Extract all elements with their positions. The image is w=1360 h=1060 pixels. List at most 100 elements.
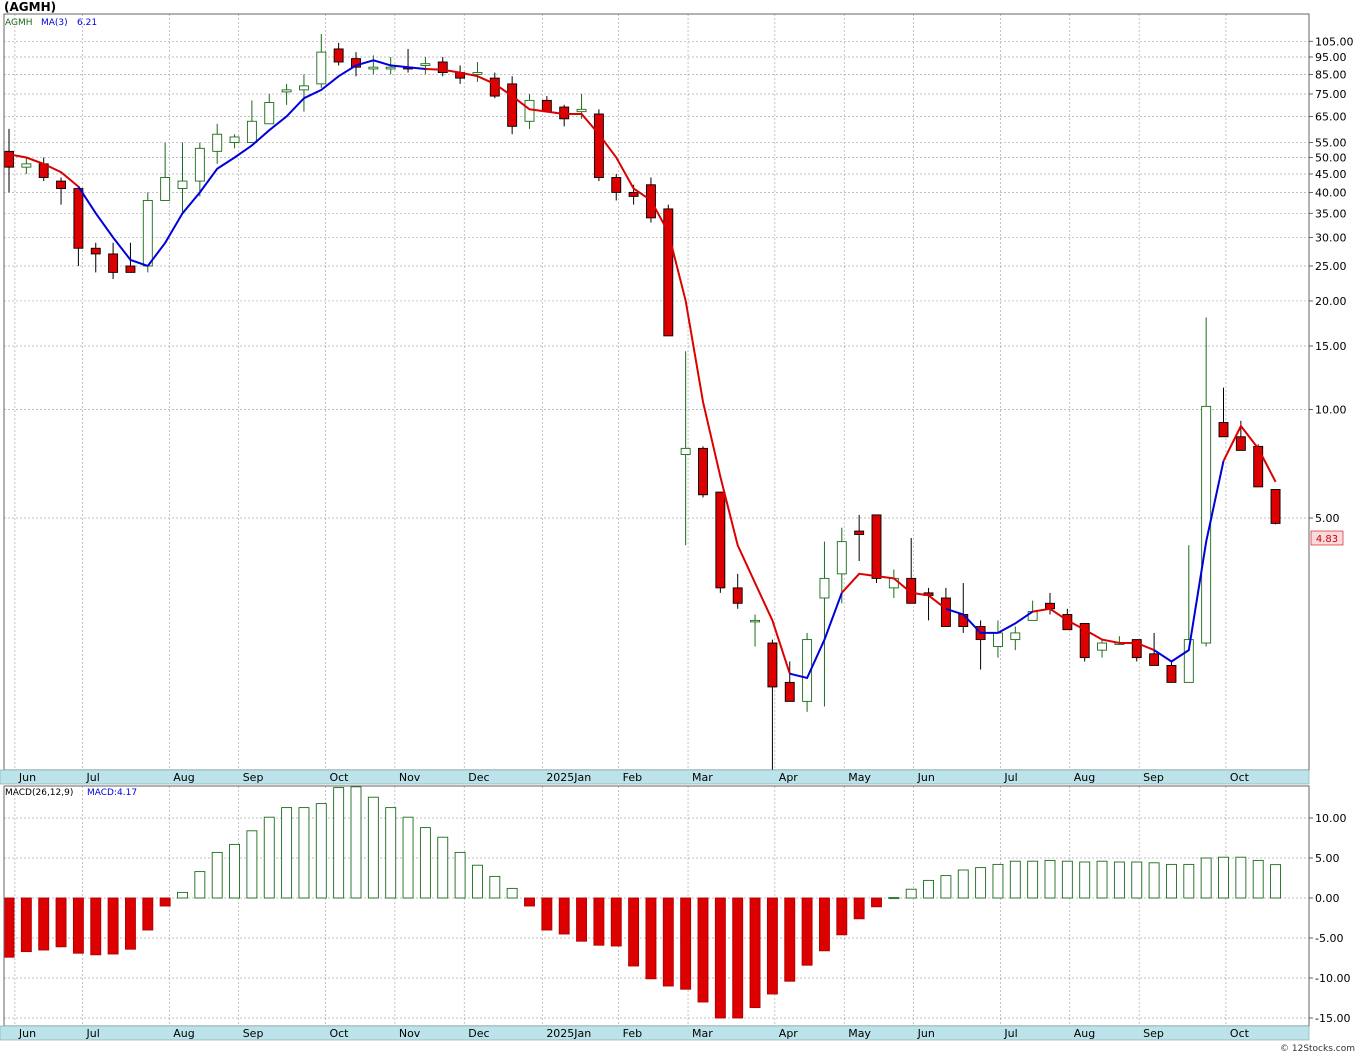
price-tick-label: 20.00 bbox=[1315, 295, 1347, 308]
macd-bar-negative bbox=[714, 897, 726, 1019]
macd-bar-negative bbox=[680, 897, 692, 990]
candle-down bbox=[698, 447, 708, 496]
macd-bar-negative bbox=[697, 897, 709, 1003]
candle-down bbox=[125, 265, 136, 273]
candle-down bbox=[4, 150, 14, 168]
macd-bar-positive bbox=[281, 807, 293, 899]
legend-ma-value: 6.21 bbox=[77, 18, 97, 28]
candle-down bbox=[611, 177, 622, 193]
macd-bar-negative bbox=[55, 897, 67, 948]
candle-down bbox=[767, 642, 778, 688]
chart-title: (AGMH) bbox=[4, 0, 56, 14]
macd-bar-positive bbox=[1148, 862, 1160, 899]
macd-bar-positive bbox=[992, 863, 1004, 899]
macd-bar-positive bbox=[177, 891, 188, 899]
macd-bar-positive bbox=[975, 867, 987, 899]
price-xaxis-label: Jun bbox=[917, 771, 935, 784]
footer-credit: © 12Stocks.com bbox=[1280, 1044, 1355, 1054]
macd-xaxis-label: May bbox=[848, 1027, 871, 1040]
candle-up bbox=[993, 632, 1003, 647]
macd-xaxis-band bbox=[0, 1025, 1310, 1041]
macd-bar-positive bbox=[437, 836, 449, 899]
macd-bar-positive bbox=[1131, 861, 1143, 899]
macd-bar-positive bbox=[263, 816, 275, 899]
candle-down bbox=[108, 253, 119, 273]
price-xaxis-label: Sep bbox=[1143, 771, 1164, 784]
candle-down bbox=[1149, 653, 1160, 666]
macd-bar-positive bbox=[419, 827, 431, 899]
macd-bar-negative bbox=[749, 897, 761, 1009]
candle-up bbox=[316, 51, 327, 85]
candle-up bbox=[1097, 642, 1108, 651]
macd-bar-negative bbox=[819, 897, 830, 952]
price-xaxis-label: Jul bbox=[1003, 771, 1017, 784]
macd-bar-positive bbox=[1183, 863, 1195, 899]
macd-tick-label: 5.00 bbox=[1315, 852, 1340, 865]
price-xaxis-label: Nov bbox=[399, 771, 421, 784]
macd-tick-label: 10.00 bbox=[1315, 812, 1347, 825]
candle-down bbox=[732, 587, 743, 604]
macd-bar-negative bbox=[593, 897, 605, 946]
price-tick-label: 55.00 bbox=[1315, 137, 1347, 150]
candle-down bbox=[1270, 489, 1281, 524]
price-tick-label: 50.00 bbox=[1315, 151, 1347, 164]
macd-tick-label: -15.00 bbox=[1315, 1012, 1350, 1025]
macd-xaxis-label: Nov bbox=[399, 1027, 421, 1040]
macd-bar-negative bbox=[159, 897, 171, 907]
macd-xaxis-label: Jun bbox=[917, 1027, 935, 1040]
macd-bar-positive bbox=[1235, 856, 1247, 899]
macd-bar-positive bbox=[194, 871, 206, 899]
candle-down bbox=[871, 514, 882, 579]
macd-bar-positive bbox=[506, 887, 518, 899]
macd-bar-positive bbox=[367, 796, 379, 899]
macd-bar-negative bbox=[645, 897, 657, 980]
macd-bar-positive bbox=[402, 816, 414, 899]
macd-bar-negative bbox=[576, 897, 587, 942]
macd-tick-label: 0.00 bbox=[1315, 892, 1340, 905]
candle-up bbox=[836, 541, 847, 575]
macd-bar-positive bbox=[1009, 860, 1021, 899]
legend-ticker: AGMH bbox=[5, 18, 33, 28]
macd-tick-label: -5.00 bbox=[1315, 932, 1343, 945]
candle-down bbox=[90, 247, 101, 255]
candle-down bbox=[854, 530, 865, 535]
macd-bar-negative bbox=[766, 897, 778, 995]
macd-bar-positive bbox=[1027, 860, 1039, 899]
candle-down bbox=[73, 188, 84, 249]
macd-xaxis-label: Jul bbox=[86, 1027, 100, 1040]
candle-down bbox=[715, 491, 726, 589]
macd-bar-negative bbox=[732, 897, 744, 1019]
price-tick-label: 30.00 bbox=[1315, 231, 1347, 244]
macd-xaxis-label: Apr bbox=[779, 1027, 799, 1040]
macd-bar-positive bbox=[333, 787, 345, 899]
price-tick-label: 40.00 bbox=[1315, 186, 1347, 199]
macd-bar-negative bbox=[20, 897, 32, 953]
candle-up bbox=[281, 89, 292, 93]
macd-xaxis-label: Dec bbox=[468, 1027, 489, 1040]
macd-bar-positive bbox=[298, 807, 310, 899]
price-tick-label: 75.00 bbox=[1315, 88, 1347, 101]
macd-xaxis-label: Sep bbox=[243, 1027, 264, 1040]
macd-xaxis-label: 2025Jan bbox=[546, 1027, 591, 1040]
macd-xaxis-label: Oct bbox=[329, 1027, 349, 1040]
price-xaxis-label: Oct bbox=[329, 771, 349, 784]
macd-bar-positive bbox=[350, 786, 362, 899]
price-xaxis-label: Sep bbox=[243, 771, 264, 784]
macd-bar-negative bbox=[836, 897, 848, 936]
candle-up bbox=[21, 163, 32, 168]
candle-up bbox=[680, 447, 691, 455]
candle-up bbox=[472, 72, 483, 75]
candle-up bbox=[160, 177, 171, 201]
candle-down bbox=[784, 681, 795, 702]
price-xaxis-label: Mar bbox=[692, 771, 713, 784]
candle-down bbox=[1218, 422, 1229, 438]
macd-bar-positive bbox=[454, 851, 466, 899]
stock-chart: 105.00 95.00 85.00 75.00 65.00 55.00 50.00 45.0… bbox=[0, 0, 1360, 1056]
candle-up bbox=[1010, 632, 1021, 641]
macd-bar-negative bbox=[3, 897, 15, 958]
macd-bar-positive bbox=[957, 869, 969, 899]
macd-bar-negative bbox=[871, 897, 882, 908]
price-xaxis-label: Jun bbox=[18, 771, 36, 784]
price-xaxis-label: 2025Jan bbox=[546, 771, 591, 784]
price-tick-label: 5.00 bbox=[1315, 512, 1340, 525]
